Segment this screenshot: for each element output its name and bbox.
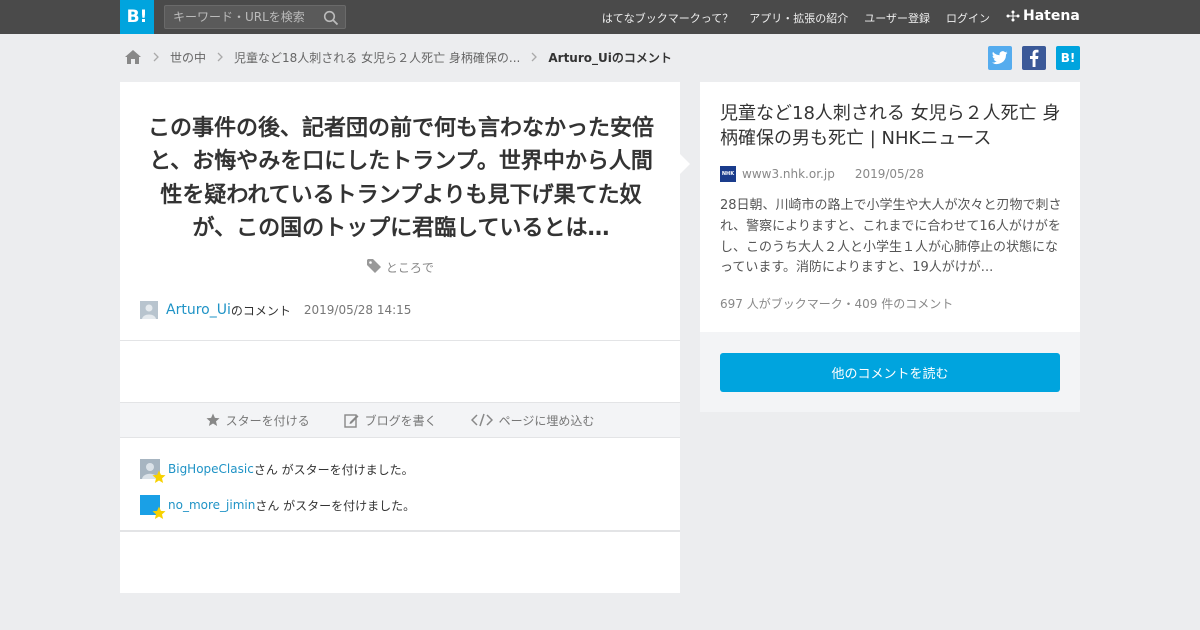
card-pointer bbox=[680, 154, 690, 174]
nav-login[interactable]: ログイン bbox=[946, 10, 990, 26]
entry-card-footer: 他のコメントを読む bbox=[700, 332, 1080, 412]
tag-label[interactable]: ところで bbox=[386, 261, 434, 275]
author-name-link[interactable]: Arturo_Ui bbox=[166, 302, 231, 318]
facebook-icon bbox=[1030, 49, 1039, 67]
star-icon bbox=[206, 413, 220, 426]
twitter-share-button[interactable] bbox=[988, 46, 1012, 70]
star-activity-item: no_more_jimin さん がスターを付けました。 bbox=[140, 495, 416, 519]
search-input[interactable] bbox=[165, 6, 315, 28]
read-other-comments-button[interactable]: 他のコメントを読む bbox=[720, 353, 1060, 392]
star-activity-text: さん がスターを付けました。 bbox=[255, 498, 416, 513]
add-star-button[interactable]: スターを付ける bbox=[206, 412, 310, 429]
star-user-link[interactable]: no_more_jimin bbox=[168, 498, 255, 512]
home-icon[interactable] bbox=[124, 49, 142, 65]
star-activity-item: BigHopeClasic さん がスターを付けました。 bbox=[140, 459, 414, 483]
chevron-right-icon bbox=[531, 52, 538, 62]
star-user-link[interactable]: BigHopeClasic bbox=[168, 462, 254, 476]
search-icon[interactable] bbox=[323, 10, 339, 26]
star-badge-icon bbox=[152, 506, 166, 519]
comment-actions: スターを付ける ブログを書く ページに埋め込む bbox=[120, 402, 680, 438]
entry-title-link[interactable]: 児童など18人刺される 女児ら２人死亡 身柄確保の男も死亡 | NHKニュース bbox=[720, 101, 1065, 151]
chevron-right-icon bbox=[217, 52, 223, 62]
breadcrumb: 世の中 児童など18人刺される 女児ら２人死亡 身柄確保の... Arturo_… bbox=[124, 47, 672, 67]
write-blog-button[interactable]: ブログを書く bbox=[343, 412, 437, 429]
entry-domain-link[interactable]: www3.nhk.or.jp bbox=[742, 167, 835, 181]
nav-about[interactable]: はてなブックマークって？ bbox=[602, 10, 733, 26]
twitter-icon bbox=[992, 51, 1008, 65]
comment-tag[interactable]: ところで bbox=[120, 258, 680, 276]
hatena-bookmark-logo[interactable]: B! bbox=[120, 0, 154, 34]
entry-card: 児童など18人刺される 女児ら２人死亡 身柄確保の男も死亡 | NHKニュース … bbox=[700, 82, 1080, 412]
embed-page-button[interactable]: ページに埋め込む bbox=[470, 412, 595, 429]
comment-author: Arturo_Ui のコメント 2019/05/28 14:15 bbox=[140, 301, 411, 319]
entry-date: 2019/05/28 bbox=[854, 167, 924, 181]
bookmark-counts[interactable]: 697 人がブックマーク・409 件のコメント bbox=[720, 295, 953, 312]
write-blog-label: ブログを書く bbox=[364, 413, 437, 428]
embed-page-label: ページに埋め込む bbox=[498, 413, 595, 428]
breadcrumb-current: Arturo_Uiのコメント bbox=[548, 50, 672, 65]
top-nav: はてなブックマークって？ アプリ・拡張の紹介 ユーザー登録 ログイン bbox=[602, 10, 990, 26]
entry-summary: 28日朝、川崎市の路上で小学生や大人が次々と刃物で刺され、警察によりますと、これ… bbox=[720, 198, 1062, 276]
comment-card: この事件の後、記者団の前で何も言わなかった安倍と、お悔やみを口にしたトランプ。世… bbox=[120, 82, 680, 593]
search-box[interactable] bbox=[164, 5, 346, 29]
avatar[interactable] bbox=[140, 301, 158, 319]
tag-icon bbox=[367, 259, 382, 273]
hatena-dots-icon bbox=[1006, 10, 1020, 22]
entry-meta: NHK www3.nhk.or.jp 2019/05/28 bbox=[720, 166, 924, 182]
star-activity-text: さん がスターを付けました。 bbox=[253, 462, 414, 477]
star-badge-icon bbox=[152, 470, 166, 483]
facebook-share-button[interactable] bbox=[1022, 46, 1046, 70]
hatena-bookmark-share-button[interactable]: B! bbox=[1056, 46, 1080, 70]
global-header: B! はてなブックマークって？ アプリ・拡張の紹介 ユーザー登録 ログイン Ha… bbox=[0, 0, 1200, 34]
divider bbox=[120, 530, 680, 532]
default-user-icon bbox=[140, 301, 158, 319]
breadcrumb-entry[interactable]: 児童など18人刺される 女児ら２人死亡 身柄確保の... bbox=[234, 49, 520, 66]
breadcrumb-category[interactable]: 世の中 bbox=[170, 49, 206, 66]
hatena-brand-text: Hatena bbox=[1023, 8, 1080, 24]
code-icon bbox=[470, 413, 493, 427]
nav-register[interactable]: ユーザー登録 bbox=[864, 10, 930, 26]
add-star-label: スターを付ける bbox=[225, 413, 310, 428]
nav-apps[interactable]: アプリ・拡張の紹介 bbox=[749, 10, 848, 26]
author-suffix: のコメント bbox=[230, 303, 291, 318]
divider bbox=[120, 340, 680, 341]
chevron-right-icon bbox=[153, 52, 159, 62]
comment-date[interactable]: 2019/05/28 14:15 bbox=[304, 303, 412, 317]
nhk-favicon: NHK bbox=[720, 166, 736, 182]
comment-text: この事件の後、記者団の前で何も言わなかった安倍と、お悔やみを口にしたトランプ。世… bbox=[147, 116, 654, 242]
edit-icon bbox=[343, 413, 359, 428]
hatena-brand-link[interactable]: Hatena bbox=[1006, 8, 1080, 24]
